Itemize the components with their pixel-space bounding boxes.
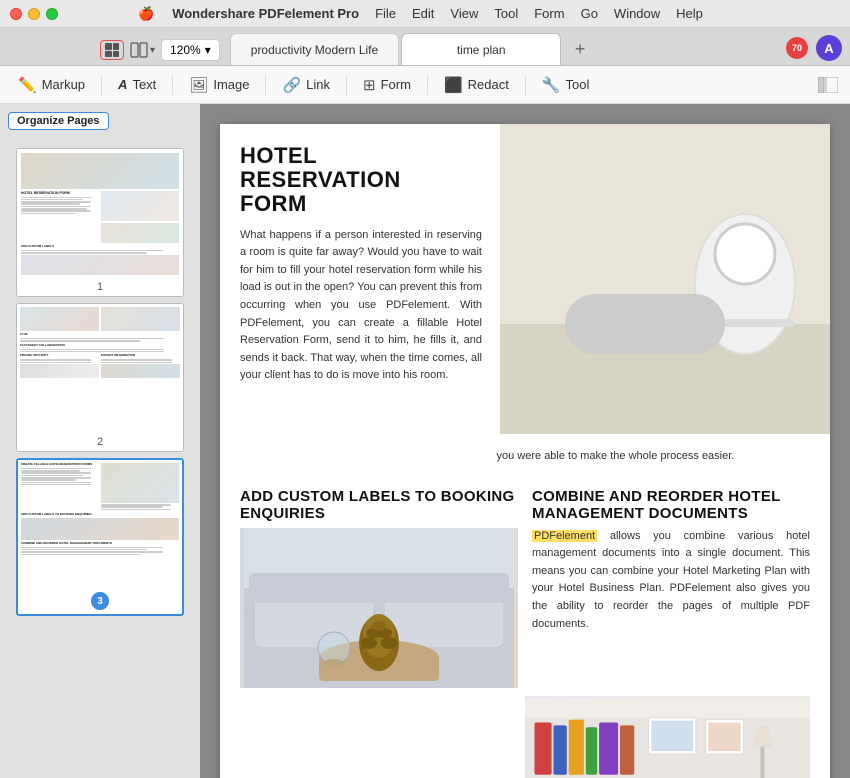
- menu-bar: 🍎 Wondershare PDFelement Pro File Edit V…: [58, 6, 703, 22]
- pdf-body-text: What happens if a person interested in r…: [240, 227, 482, 385]
- page2-number: 2: [17, 434, 183, 451]
- section3-title: COMBINE AND REORDER HOTEL MANAGEMENT DOC…: [532, 488, 810, 522]
- zoom-value: 120%: [170, 43, 201, 57]
- pdf-below-right-text: you were able to make the whole process …: [220, 434, 830, 466]
- close-button[interactable]: [10, 8, 22, 20]
- tab-productivity-label: productivity Modern Life: [251, 43, 378, 57]
- section3-title-text: COMBINE AND REORDER HOTEL MANAGEMENT DOC…: [532, 488, 780, 522]
- pdf-combine-body-rest: allows you combine various hotel managem…: [532, 530, 810, 630]
- fullscreen-button[interactable]: [46, 8, 58, 20]
- page2-mini-content: ZYJE FACTSHEET COLLABORATION PRICING SEC…: [17, 304, 183, 381]
- form-icon: ⊞: [363, 76, 376, 94]
- tool-label: Tool: [566, 77, 590, 92]
- pdf-left-col: HOTELRESERVATIONFORM What happens if a p…: [220, 124, 500, 434]
- pdf-bottom-section: [220, 688, 830, 778]
- grid-icon: [105, 43, 119, 57]
- bottom-image: [525, 696, 810, 778]
- page-layout-icon[interactable]: ▾: [130, 41, 155, 59]
- tab-timeplan-label: time plan: [457, 43, 506, 57]
- pdf-page: HOTELRESERVATIONFORM What happens if a p…: [220, 124, 830, 778]
- redact-label: Redact: [468, 77, 509, 92]
- hotel-room-image: [500, 124, 830, 434]
- layout-icon: [130, 41, 148, 59]
- form-button[interactable]: ⊞ Form: [353, 72, 421, 98]
- divider-1: [101, 75, 102, 95]
- page-thumb-2[interactable]: ZYJE FACTSHEET COLLABORATION PRICING SEC…: [16, 303, 184, 452]
- app-name: Wondershare PDFelement Pro: [172, 6, 359, 21]
- markup-label: Markup: [42, 77, 85, 92]
- divider-3: [265, 75, 266, 95]
- tab-bar: ▾ 120% ▾ productivity Modern Life time p…: [0, 28, 850, 66]
- page1-number: 1: [17, 279, 183, 296]
- pdf-combine-body: PDFelement allows you combine various ho…: [532, 528, 810, 634]
- image-icon: 🖼: [189, 76, 208, 94]
- content-area: HOTELRESERVATIONFORM What happens if a p…: [200, 104, 850, 778]
- image-label: Image: [213, 77, 249, 92]
- redact-icon: ⬛: [444, 76, 463, 94]
- zoom-arrow: ▾: [205, 43, 211, 57]
- menu-help[interactable]: Help: [676, 6, 703, 21]
- organize-pages-label: Organize Pages: [8, 112, 109, 130]
- sidebar: Organize Pages HOTEL RESERVATION FORM: [0, 104, 200, 778]
- view-grid-toggle[interactable]: [100, 40, 124, 60]
- divider-5: [427, 75, 428, 95]
- section2-title: ADD CUSTOM LABELS TO BOOKING ENQUIRIES: [240, 488, 518, 522]
- markup-icon: ✏️: [18, 76, 37, 94]
- pdf-top-section: HOTELRESERVATIONFORM What happens if a p…: [220, 124, 830, 434]
- tool-icon: 🔧: [542, 76, 561, 94]
- menu-tool[interactable]: Tool: [494, 6, 518, 21]
- tab-productivity[interactable]: productivity Modern Life: [230, 33, 399, 65]
- menu-window[interactable]: Window: [614, 6, 660, 21]
- divider-4: [346, 75, 347, 95]
- link-label: Link: [306, 77, 330, 92]
- tab-timeplan[interactable]: time plan: [401, 33, 561, 65]
- pdf-section2-row: ADD CUSTOM LABELS TO BOOKING ENQUIRIES: [220, 466, 830, 688]
- link-icon: 🔗: [282, 76, 301, 94]
- pdf-main-title: HOTELRESERVATIONFORM: [240, 144, 482, 217]
- pdf-section2-right: COMBINE AND REORDER HOTEL MANAGEMENT DOC…: [532, 474, 810, 688]
- text-button[interactable]: A Text: [108, 73, 166, 96]
- right-icons: [814, 71, 842, 99]
- divider-6: [525, 75, 526, 95]
- notification-badge[interactable]: 70: [786, 37, 808, 59]
- markup-button[interactable]: ✏️ Markup: [8, 72, 95, 98]
- traffic-lights[interactable]: [10, 8, 58, 20]
- page-thumb-1[interactable]: HOTEL RESERVATION FORM: [16, 148, 184, 297]
- sofa-image: [240, 528, 518, 688]
- page3-mini-content: CREATE FILLABLE HOTELRESERVATION FORMS: [18, 460, 182, 559]
- minimize-button[interactable]: [28, 8, 40, 20]
- menu-edit[interactable]: Edit: [412, 6, 434, 21]
- form-label: Form: [381, 77, 411, 92]
- divider-2: [172, 75, 173, 95]
- main-layout: Organize Pages HOTEL RESERVATION FORM: [0, 104, 850, 778]
- tool-button[interactable]: 🔧 Tool: [532, 72, 600, 98]
- pdf-right-continuation: you were able to make the whole process …: [497, 450, 735, 462]
- page-thumb-3[interactable]: CREATE FILLABLE HOTELRESERVATION FORMS: [16, 458, 184, 616]
- account-icon[interactable]: A: [816, 35, 842, 61]
- menu-form[interactable]: Form: [534, 6, 564, 21]
- title-bar: 🍎 Wondershare PDFelement Pro File Edit V…: [0, 0, 850, 28]
- sidebar-toggle-icon[interactable]: [814, 71, 842, 99]
- text-icon: A: [118, 77, 127, 92]
- zoom-control[interactable]: 120% ▾: [161, 39, 220, 61]
- pdfelement-highlight: PDFelement: [532, 530, 597, 542]
- menu-view[interactable]: View: [450, 6, 478, 21]
- menu-file[interactable]: File: [375, 6, 396, 21]
- page1-mini-content: HOTEL RESERVATION FORM: [17, 149, 183, 279]
- text-label: Text: [132, 77, 156, 92]
- redact-button[interactable]: ⬛ Redact: [434, 72, 519, 98]
- menu-go[interactable]: Go: [581, 6, 598, 21]
- pdf-section2-left: ADD CUSTOM LABELS TO BOOKING ENQUIRIES: [240, 474, 532, 688]
- page3-badge: 3: [91, 592, 109, 610]
- apple-menu[interactable]: 🍎: [138, 6, 154, 22]
- link-button[interactable]: 🔗 Link: [272, 72, 340, 98]
- pdf-right-col: [500, 124, 830, 434]
- image-button[interactable]: 🖼 Image: [179, 72, 259, 98]
- toolbar-row: ✏️ Markup A Text 🖼 Image 🔗 Link ⊞ Form ⬛…: [0, 66, 850, 104]
- tab-add-button[interactable]: +: [567, 36, 593, 62]
